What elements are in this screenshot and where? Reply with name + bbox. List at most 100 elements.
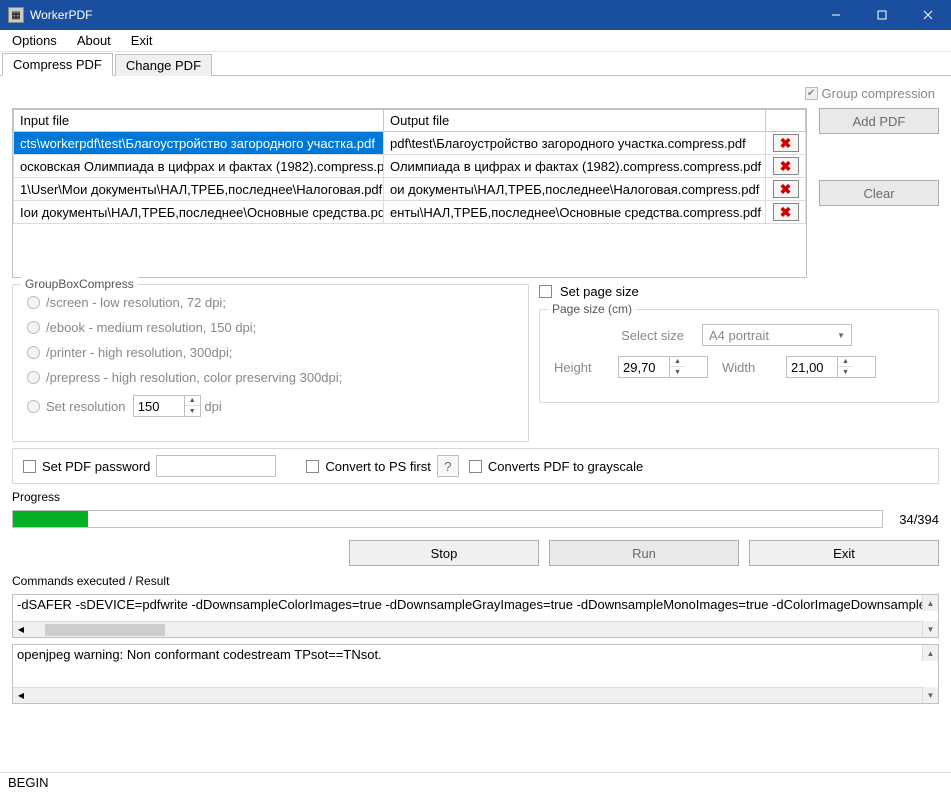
radio-prepress[interactable] xyxy=(27,371,40,384)
delete-row-button[interactable]: ✖ xyxy=(773,157,799,175)
maximize-button[interactable] xyxy=(859,0,905,30)
table-row[interactable]: осковская Олимпиада в цифрах и фактах (1… xyxy=(14,155,806,178)
height-spinner[interactable]: ▲▼ xyxy=(618,356,708,378)
set-pdf-password-checkbox[interactable] xyxy=(23,460,36,473)
cell-output[interactable]: Олимпиада в цифрах и фактах (1982).compr… xyxy=(384,155,766,178)
cell-output[interactable]: ои документы\НАЛ,ТРЕБ,последнее\Налогова… xyxy=(384,178,766,201)
menu-bar: Options About Exit xyxy=(0,30,951,52)
convert-ps-help-button[interactable]: ? xyxy=(437,455,459,477)
result-text: openjpeg warning: Non conformant codestr… xyxy=(13,645,938,664)
pdf-password-input[interactable] xyxy=(156,455,276,477)
result-textbox[interactable]: openjpeg warning: Non conformant codestr… xyxy=(12,644,939,704)
run-button[interactable]: Run xyxy=(549,540,739,566)
spin-up-icon[interactable]: ▲ xyxy=(185,396,200,406)
grayscale-checkbox[interactable] xyxy=(469,460,482,473)
page-size-select[interactable]: A4 portrait ▼ xyxy=(702,324,852,346)
cell-input[interactable]: 1\User\Мои документы\НАЛ,ТРЕБ,последнее\… xyxy=(14,178,384,201)
tab-compress[interactable]: Compress PDF xyxy=(2,53,113,76)
spin-down-icon[interactable]: ▼ xyxy=(185,406,200,416)
scroll-down-icon[interactable]: ▼ xyxy=(922,687,938,703)
commands-text: -dSAFER -sDEVICE=pdfwrite -dDownsampleCo… xyxy=(13,595,938,614)
groupbox-pagesize: Page size (cm) Select size A4 portrait ▼… xyxy=(539,309,939,403)
spin-up-icon[interactable]: ▲ xyxy=(670,357,685,367)
set-page-size-checkbox[interactable] xyxy=(539,285,552,298)
group-compression-label: Group compression xyxy=(822,86,935,101)
h-scrollbar[interactable]: ◀ xyxy=(13,687,922,703)
menu-about[interactable]: About xyxy=(69,31,119,50)
scroll-up-icon[interactable]: ▲ xyxy=(922,595,938,611)
radio-screen[interactable] xyxy=(27,296,40,309)
spin-down-icon[interactable]: ▼ xyxy=(838,367,853,377)
title-bar: ▦ WorkerPDF xyxy=(0,0,951,30)
select-size-label: Select size xyxy=(554,328,684,343)
groupbox-pagesize-legend: Page size (cm) xyxy=(548,302,636,316)
cell-input[interactable]: осковская Олимпиада в цифрах и фактах (1… xyxy=(14,155,384,178)
set-pdf-password-label: Set PDF password xyxy=(42,459,150,474)
width-label: Width xyxy=(722,360,772,375)
scroll-up-icon[interactable]: ▲ xyxy=(922,645,938,661)
label-printer: /printer - high resolution, 300dpi; xyxy=(46,345,232,360)
cell-input[interactable]: Іои документы\НАЛ,ТРЕБ,последнее\Основны… xyxy=(14,201,384,224)
col-delete xyxy=(766,110,806,132)
cell-output[interactable]: pdf\test\Благоустройство загородного уча… xyxy=(384,132,766,155)
radio-ebook[interactable] xyxy=(27,321,40,334)
group-compression-checkbox[interactable] xyxy=(805,87,818,100)
spin-down-icon[interactable]: ▼ xyxy=(670,367,685,377)
label-ebook: /ebook - medium resolution, 150 dpi; xyxy=(46,320,256,335)
close-button[interactable] xyxy=(905,0,951,30)
convert-ps-checkbox[interactable] xyxy=(306,460,319,473)
status-bar: BEGIN xyxy=(0,772,951,792)
add-pdf-button[interactable]: Add PDF xyxy=(819,108,939,134)
tab-change[interactable]: Change PDF xyxy=(115,54,212,76)
stop-button[interactable]: Stop xyxy=(349,540,539,566)
label-setres: Set resolution xyxy=(46,399,126,414)
options-row: Set PDF password Convert to PS first ? C… xyxy=(12,448,939,484)
file-table[interactable]: Input file Output file cts\workerpdf\tes… xyxy=(12,108,807,278)
label-prepress: /prepress - high resolution, color prese… xyxy=(46,370,342,385)
width-input[interactable] xyxy=(787,358,837,377)
chevron-down-icon: ▼ xyxy=(837,331,845,340)
tab-strip: Compress PDF Change PDF xyxy=(0,52,951,76)
window-title: WorkerPDF xyxy=(30,8,813,22)
progress-label: Progress xyxy=(12,490,939,504)
h-scrollbar[interactable]: ◀ xyxy=(13,621,922,637)
scroll-left-icon[interactable]: ◀ xyxy=(13,691,29,700)
delete-row-button[interactable]: ✖ xyxy=(773,134,799,152)
table-row[interactable]: Іои документы\НАЛ,ТРЕБ,последнее\Основны… xyxy=(14,201,806,224)
menu-exit[interactable]: Exit xyxy=(123,31,161,50)
col-input[interactable]: Input file xyxy=(14,110,384,132)
groupbox-compress-legend: GroupBoxCompress xyxy=(21,277,138,291)
scroll-left-icon[interactable]: ◀ xyxy=(13,625,29,634)
cell-input[interactable]: cts\workerpdf\test\Благоустройство загор… xyxy=(14,132,384,155)
radio-setres[interactable] xyxy=(27,400,40,413)
progress-fill xyxy=(13,511,88,527)
exit-button[interactable]: Exit xyxy=(749,540,939,566)
clear-button[interactable]: Clear xyxy=(819,180,939,206)
grayscale-label: Converts PDF to grayscale xyxy=(488,459,643,474)
table-row[interactable]: 1\User\Мои документы\НАЛ,ТРЕБ,последнее\… xyxy=(14,178,806,201)
progress-text: 34/394 xyxy=(899,512,939,527)
width-spinner[interactable]: ▲▼ xyxy=(786,356,876,378)
height-input[interactable] xyxy=(619,358,669,377)
scroll-down-icon[interactable]: ▼ xyxy=(922,621,938,637)
delete-row-button[interactable]: ✖ xyxy=(773,203,799,221)
spin-up-icon[interactable]: ▲ xyxy=(838,357,853,367)
radio-printer[interactable] xyxy=(27,346,40,359)
height-label: Height xyxy=(554,360,604,375)
label-screen: /screen - low resolution, 72 dpi; xyxy=(46,295,226,310)
col-output[interactable]: Output file xyxy=(384,110,766,132)
resolution-unit: dpi xyxy=(204,399,221,414)
convert-ps-label: Convert to PS first xyxy=(325,459,430,474)
commands-textbox[interactable]: -dSAFER -sDEVICE=pdfwrite -dDownsampleCo… xyxy=(12,594,939,638)
page-size-value: A4 portrait xyxy=(709,328,769,343)
groupbox-compress: GroupBoxCompress /screen - low resolutio… xyxy=(12,284,529,442)
menu-options[interactable]: Options xyxy=(4,31,65,50)
table-row[interactable]: cts\workerpdf\test\Благоустройство загор… xyxy=(14,132,806,155)
progress-bar xyxy=(12,510,883,528)
set-page-size-label: Set page size xyxy=(560,284,639,299)
delete-row-button[interactable]: ✖ xyxy=(773,180,799,198)
resolution-spinner[interactable]: ▲▼ xyxy=(133,395,201,417)
resolution-input[interactable] xyxy=(134,397,184,416)
cell-output[interactable]: енты\НАЛ,ТРЕБ,последнее\Основные средств… xyxy=(384,201,766,224)
minimize-button[interactable] xyxy=(813,0,859,30)
